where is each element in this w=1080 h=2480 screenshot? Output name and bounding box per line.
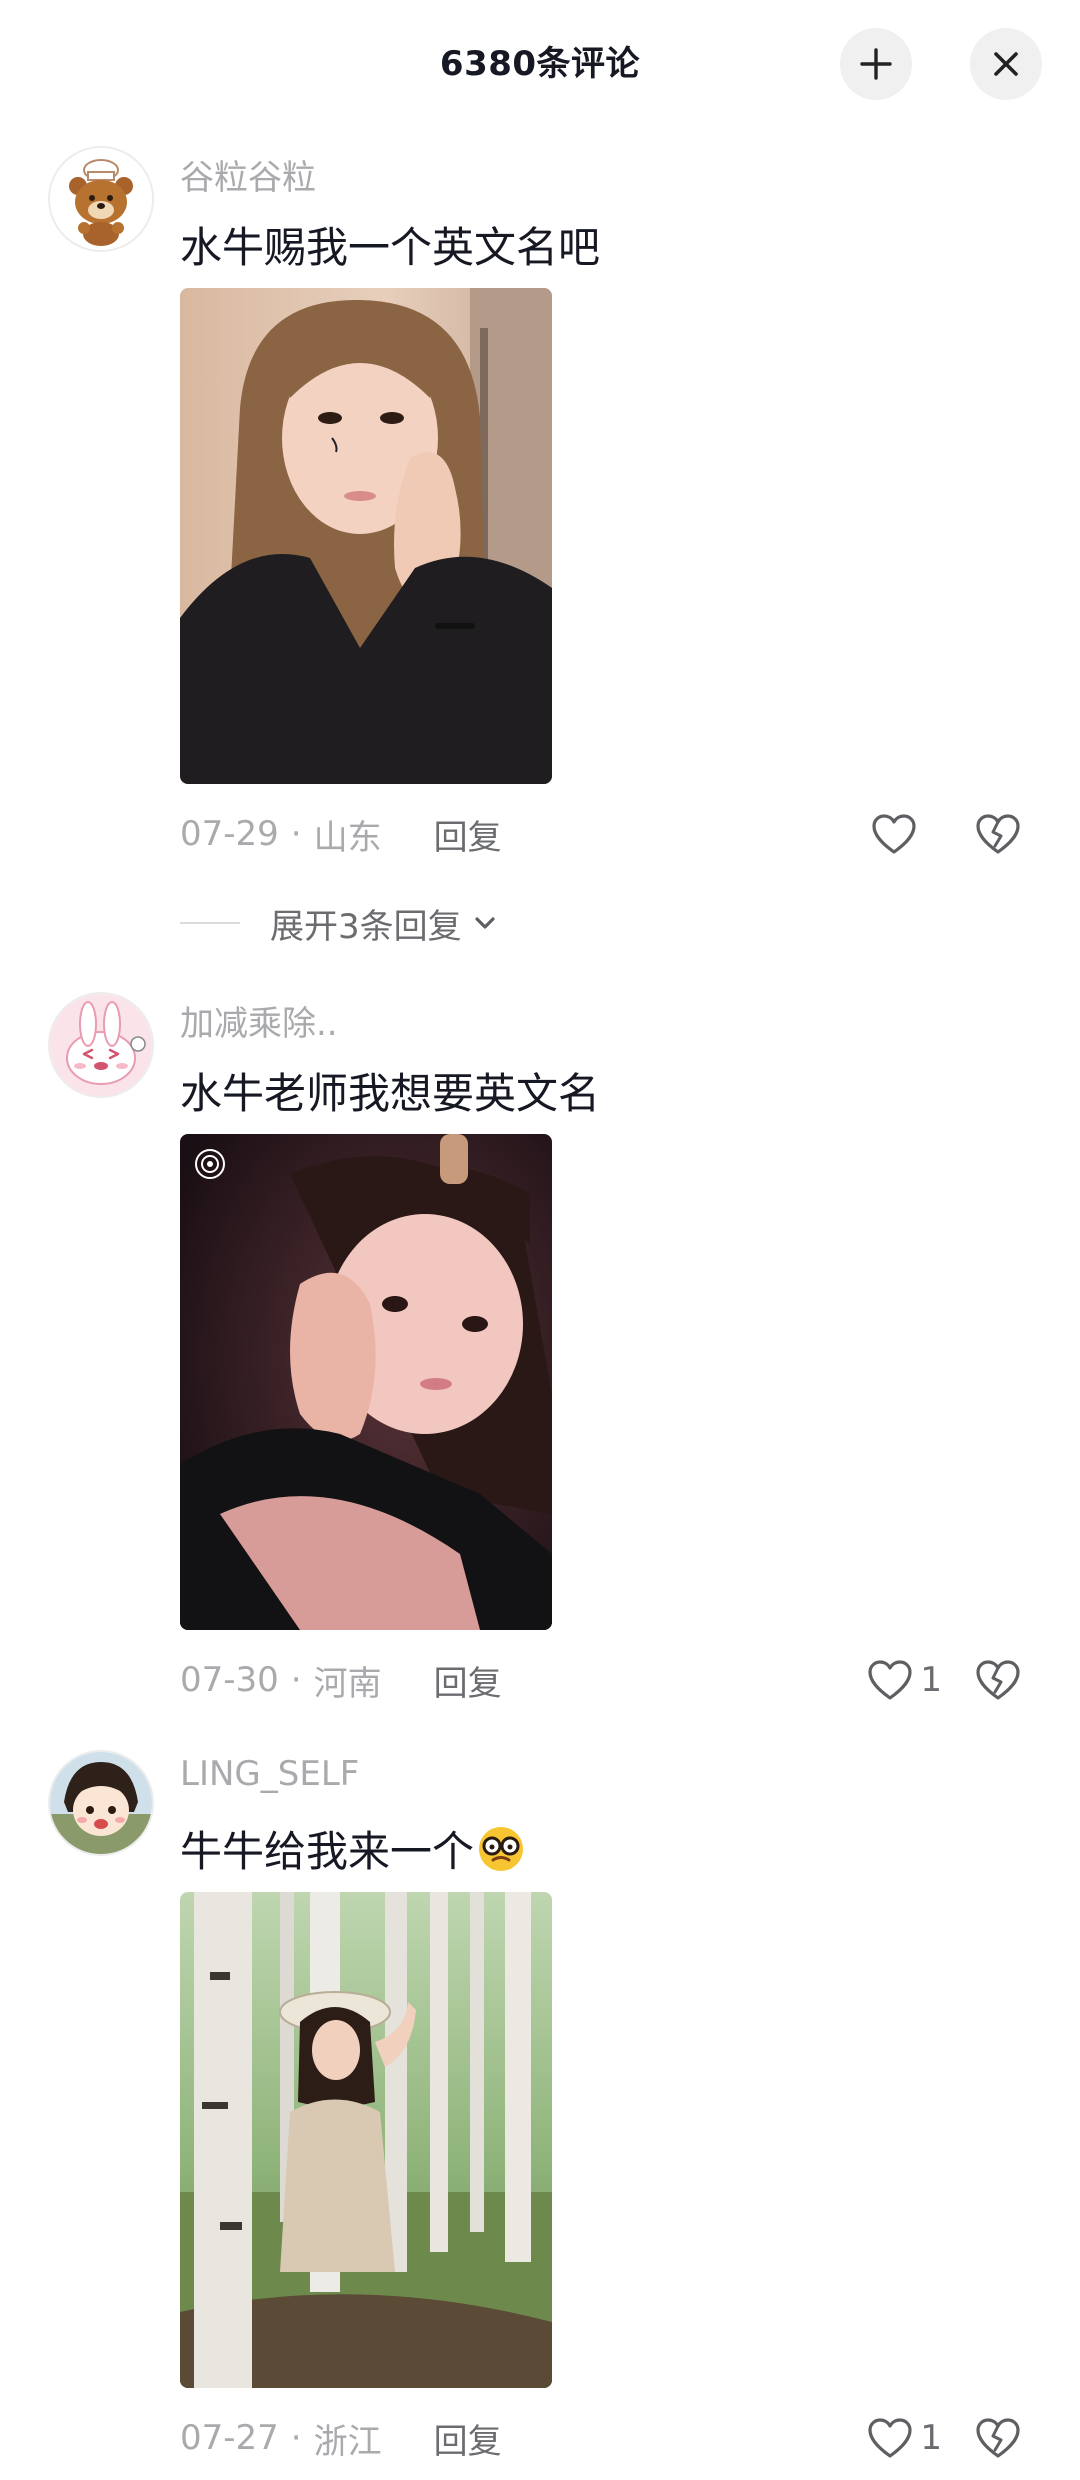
comment-location: 浙江 bbox=[313, 2421, 382, 2462]
comment-meta: 07-27 · 浙江 回复 1 bbox=[180, 2410, 1040, 2466]
dislike-button[interactable] bbox=[970, 808, 1026, 860]
selfie-photo bbox=[180, 1134, 552, 1630]
comment-location: 山东 bbox=[313, 817, 382, 858]
user-avatar[interactable] bbox=[48, 146, 154, 252]
comment-username[interactable]: LING_SELF bbox=[180, 1754, 359, 1794]
heart-icon bbox=[868, 2418, 912, 2458]
comment-username[interactable]: 加减乘除.. bbox=[180, 996, 338, 1045]
comments-header: 6380条评论 bbox=[0, 0, 1080, 124]
comment-meta: 07-30 · 河南 回复 1 bbox=[180, 1652, 1040, 1708]
selfie-photo bbox=[180, 288, 552, 784]
meta-separator: · bbox=[290, 1660, 302, 1700]
comment-count-title: 6380条评论 bbox=[439, 44, 641, 84]
comment-meta: 07-29 · 山东 回复 bbox=[180, 806, 1040, 862]
close-button[interactable] bbox=[970, 28, 1042, 100]
like-count: 1 bbox=[920, 2418, 942, 2458]
meta-separator: · bbox=[290, 814, 302, 854]
comment-photo[interactable] bbox=[180, 1134, 552, 1630]
comment-text: 水牛老师我想要英文名 bbox=[180, 1060, 600, 1121]
comment-date: 07-30 bbox=[180, 1660, 279, 1700]
comment-item: 加减乘除.. 水牛老师我想要英文名 07-30 · 河南 回复 1 bbox=[0, 992, 1080, 1732]
heart-icon bbox=[872, 814, 916, 854]
comment-text: 水牛赐我一个英文名吧 bbox=[180, 214, 600, 275]
broken-heart-icon bbox=[976, 814, 1020, 854]
chevron-down-icon bbox=[475, 917, 495, 929]
comment-photo[interactable] bbox=[180, 1892, 552, 2388]
like-count: 1 bbox=[920, 1660, 942, 1700]
comment-item: LING_SELF 牛牛给我来一个 07-27 · 浙江 回复 1 bbox=[0, 1750, 1080, 2480]
bunny-avatar bbox=[50, 994, 152, 1096]
like-button[interactable]: 1 bbox=[832, 2412, 942, 2464]
forest-photo bbox=[180, 1892, 552, 2388]
comment-photo[interactable] bbox=[180, 288, 552, 784]
meta-separator: · bbox=[290, 2418, 302, 2458]
expand-replies[interactable]: 展开3条回复 bbox=[180, 898, 500, 948]
like-button[interactable]: 1 bbox=[832, 1654, 942, 1706]
user-avatar[interactable] bbox=[48, 1750, 154, 1856]
comment-text: 牛牛给我来一个 bbox=[180, 1818, 526, 1879]
close-icon bbox=[994, 52, 1018, 76]
collapse-icon bbox=[860, 48, 892, 80]
comment-username[interactable]: 谷粒谷粒 bbox=[180, 150, 316, 199]
broken-heart-icon bbox=[976, 2418, 1020, 2458]
reply-button[interactable]: 回复 bbox=[434, 1656, 502, 1705]
heart-icon bbox=[868, 1660, 912, 1700]
user-avatar[interactable] bbox=[48, 992, 154, 1098]
reply-button[interactable]: 回复 bbox=[434, 810, 502, 859]
comment-text-content: 水牛赐我一个英文名吧 bbox=[180, 223, 601, 272]
expand-replies-label: 展开3条回复 bbox=[270, 906, 462, 947]
comment-location: 河南 bbox=[313, 1663, 382, 1704]
comment-item: 谷粒谷粒 水牛赐我一个英文名吧 07-29 · 山东 回复 展开3条回复 bbox=[0, 146, 1080, 966]
reply-button[interactable]: 回复 bbox=[434, 2414, 502, 2463]
comment-text-content: 牛牛给我来一个 bbox=[180, 1827, 475, 1876]
cartoon-girl-avatar bbox=[50, 1752, 152, 1854]
dislike-button[interactable] bbox=[970, 2412, 1026, 2464]
comment-date: 07-27 bbox=[180, 2418, 279, 2458]
collapse-button[interactable] bbox=[840, 28, 912, 100]
broken-heart-icon bbox=[976, 1660, 1020, 1700]
comment-text-content: 水牛老师我想要英文名 bbox=[180, 1069, 601, 1118]
bear-chef-avatar bbox=[50, 148, 152, 250]
dislike-button[interactable] bbox=[970, 1654, 1026, 1706]
nerd-glasses-emoji bbox=[479, 1826, 524, 1871]
expand-divider bbox=[180, 922, 240, 924]
like-button[interactable] bbox=[832, 808, 942, 860]
comment-date: 07-29 bbox=[180, 814, 279, 854]
